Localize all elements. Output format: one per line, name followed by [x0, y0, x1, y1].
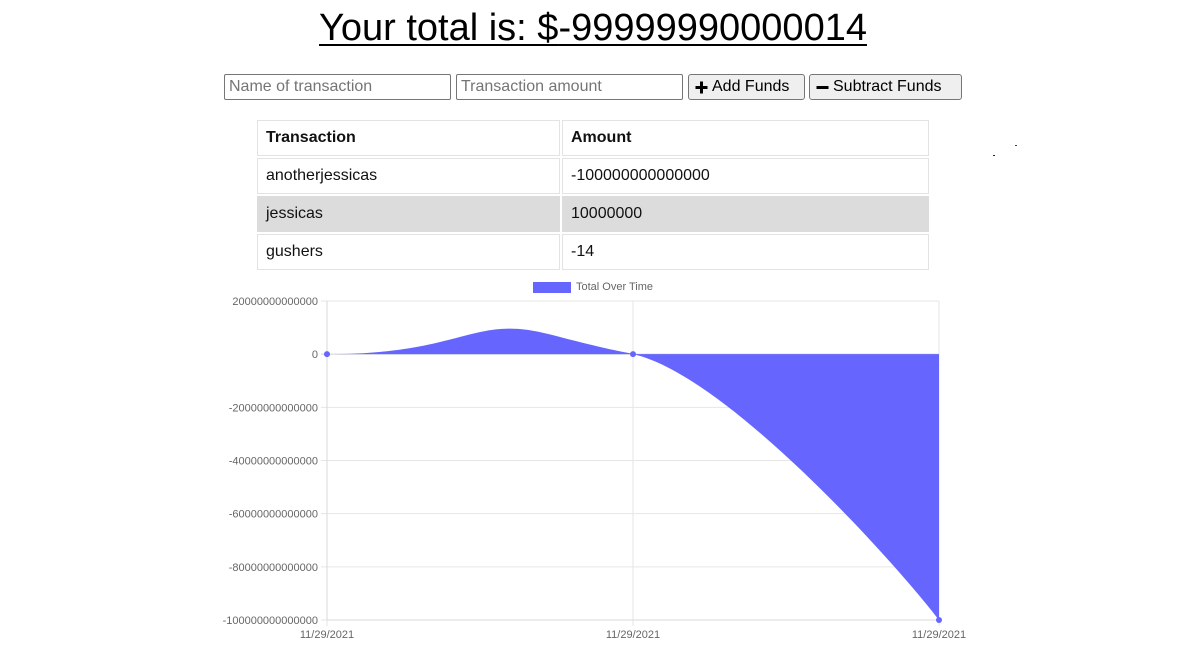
transaction-amount-input[interactable] [456, 74, 683, 100]
transaction-name-input[interactable] [224, 74, 451, 100]
x-tick-label: 11/29/2021 [300, 629, 354, 641]
transactions-table: Transaction Amount anotherjessicas -1000… [255, 118, 931, 272]
add-funds-button[interactable]: Add Funds [688, 74, 805, 100]
data-point [630, 351, 636, 358]
chart-y-axis: 20000000000000 0 -20000000000000 -400000000… [223, 296, 318, 627]
minus-icon [816, 85, 829, 89]
y-tick-label: -20000000000000 [229, 402, 318, 414]
transaction-amount-cell: 10000000 [562, 196, 929, 232]
y-tick-label: -100000000000000 [223, 615, 318, 627]
transaction-amount-cell: -14 [562, 234, 929, 270]
y-tick-label: 0 [312, 349, 318, 361]
transaction-amount-cell: -100000000000000 [562, 158, 929, 194]
add-funds-label: Add Funds [712, 78, 790, 95]
total-over-time-chart: 20000000000000 0 -20000000000000 -400000000… [223, 281, 967, 641]
table-row: gushers -14 [257, 234, 929, 270]
y-tick-label: 20000000000000 [232, 296, 318, 308]
transaction-name-cell: gushers [257, 234, 560, 270]
column-header-amount: Amount [562, 120, 929, 156]
total-value: -99999990000014 [558, 7, 867, 49]
y-tick-label: -60000000000000 [229, 509, 318, 521]
y-tick-label: -40000000000000 [229, 456, 318, 468]
table-row: anotherjessicas -100000000000000 [257, 158, 929, 194]
stray-pixel-mark [993, 155, 995, 156]
data-point [936, 617, 942, 623]
table-row: jessicas 10000000 [257, 196, 929, 232]
column-header-transaction: Transaction [257, 120, 560, 156]
table-header-row: Transaction Amount [257, 120, 929, 156]
x-tick-label: 11/29/2021 [912, 629, 966, 641]
legend-label: Total Over Time [576, 281, 653, 293]
chart-x-axis: 11/29/2021 11/29/2021 11/29/2021 [300, 629, 966, 641]
total-heading: Your total is: $-99999990000014 [0, 6, 1186, 50]
transaction-name-cell: jessicas [257, 196, 560, 232]
data-point [324, 351, 330, 358]
stray-pixel-mark [1015, 145, 1017, 146]
subtract-funds-button[interactable]: Subtract Funds [809, 74, 962, 100]
chart-legend: Total Over Time [533, 281, 653, 293]
subtract-funds-label: Subtract Funds [833, 78, 942, 95]
legend-swatch [533, 282, 571, 293]
total-prefix: Your total is: $ [319, 7, 559, 49]
y-tick-label: -80000000000000 [229, 562, 318, 574]
transaction-name-cell: anotherjessicas [257, 158, 560, 194]
x-tick-label: 11/29/2021 [606, 629, 660, 641]
plus-icon [695, 81, 708, 93]
